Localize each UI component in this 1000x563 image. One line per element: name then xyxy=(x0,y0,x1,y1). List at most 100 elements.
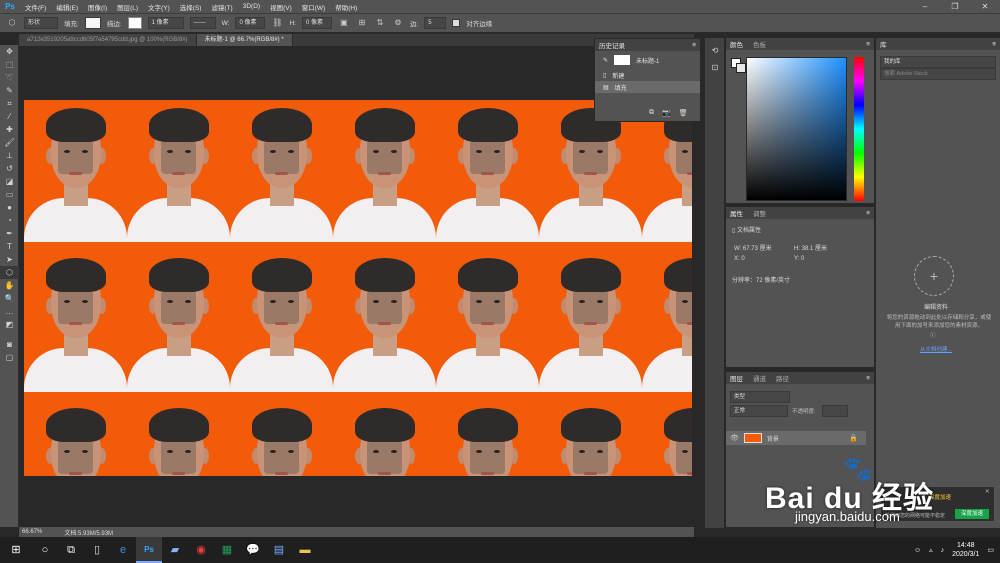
layer-filter-select[interactable]: 类型 xyxy=(730,391,790,403)
quick-mask-icon[interactable]: ◙ xyxy=(0,338,19,351)
stroke-width-input[interactable]: 1 像素 xyxy=(147,17,184,29)
stamp-tool-icon[interactable]: ⊥ xyxy=(0,149,19,162)
search-icon[interactable]: ○ xyxy=(32,537,58,563)
stroke-type-select[interactable]: —— xyxy=(189,17,216,29)
layer-row[interactable]: 👁 背景 🔒 xyxy=(726,431,866,445)
menu-help[interactable]: 帮助(H) xyxy=(330,2,362,12)
lasso-tool-icon[interactable]: ➰ xyxy=(0,71,19,84)
library-dropdown[interactable]: 我的库 xyxy=(880,56,996,68)
library-title[interactable]: 库 xyxy=(880,39,887,49)
notification-center-icon[interactable]: ▭ xyxy=(987,546,994,554)
fill-swatch[interactable] xyxy=(84,17,101,29)
menu-image[interactable]: 图像(I) xyxy=(83,2,112,12)
notes-app-icon[interactable]: ▰ xyxy=(162,537,188,563)
history-panel-icon[interactable]: ⟲ xyxy=(705,44,725,57)
tab-properties[interactable]: 属性 xyxy=(730,208,743,218)
w-input[interactable]: 0 像素 xyxy=(235,17,266,29)
add-content-icon[interactable]: + xyxy=(914,256,954,296)
edge-icon[interactable]: e xyxy=(110,537,136,563)
hand-tool-icon[interactable]: ✋ xyxy=(0,279,19,292)
move-tool-icon[interactable]: ✥ xyxy=(0,45,19,58)
history-item-new[interactable]: ▯ 新建 xyxy=(595,69,700,81)
tab-photo-jpg[interactable]: a712e3519205a9ccd605f7e54795cdd.jpg @ 10… xyxy=(19,34,197,46)
quick-select-tool-icon[interactable]: ✎ xyxy=(0,84,19,97)
menu-view[interactable]: 视图(V) xyxy=(265,2,297,12)
excel-icon[interactable]: ▦ xyxy=(214,537,240,563)
tab-layers[interactable]: 图层 xyxy=(730,373,743,383)
document-app-icon[interactable]: ▤ xyxy=(266,537,292,563)
history-title[interactable]: 历史记录 xyxy=(599,40,625,50)
blur-tool-icon[interactable]: ● xyxy=(0,201,19,214)
zoom-tool-icon[interactable]: 🔍 xyxy=(0,292,19,305)
menu-window[interactable]: 窗口(W) xyxy=(297,2,330,12)
menu-select[interactable]: 选择(S) xyxy=(175,2,207,12)
blend-mode-select[interactable]: 正常 xyxy=(730,405,788,417)
system-clock[interactable]: 14:48 2020/3/1 xyxy=(952,541,979,559)
tab-channels[interactable]: 通道 xyxy=(753,373,766,383)
path-operations-icon[interactable]: ▣ xyxy=(338,17,350,29)
folder-icon[interactable]: ▬ xyxy=(292,537,318,563)
eraser-tool-icon[interactable]: ◪ xyxy=(0,175,19,188)
polygon-tool-icon[interactable]: ⬡ xyxy=(0,266,19,279)
path-select-tool-icon[interactable]: ➤ xyxy=(0,253,19,266)
history-item-fill[interactable]: ▤ 填充 xyxy=(595,81,700,93)
create-from-document-link[interactable]: 从文档创建... xyxy=(876,345,996,353)
polygon-tool-preset-icon[interactable]: ⬡ xyxy=(6,17,18,29)
tab-adjustments[interactable]: 调整 xyxy=(753,208,766,218)
menu-file[interactable]: 文件(F) xyxy=(20,2,51,12)
new-document-from-state-icon[interactable]: ⧉ xyxy=(649,109,654,117)
more-tools-icon[interactable]: … xyxy=(0,305,19,318)
task-view-icon[interactable]: ⧉ xyxy=(58,537,84,563)
h-input[interactable]: 0 像素 xyxy=(301,17,332,29)
help-icon[interactable]: ⓘ xyxy=(930,331,936,339)
screen-mode-icon[interactable]: ▢ xyxy=(0,351,19,364)
panel-menu-icon[interactable]: ≡ xyxy=(866,375,870,382)
photoshop-taskbar-icon[interactable]: Ps xyxy=(136,537,162,563)
marquee-tool-icon[interactable]: ⬚ xyxy=(0,58,19,71)
color-field[interactable] xyxy=(746,57,847,201)
trash-icon[interactable]: 🗑 xyxy=(679,109,688,117)
panel-menu-icon[interactable]: ≡ xyxy=(866,41,870,48)
wechat-icon[interactable]: 💬 xyxy=(240,537,266,563)
menu-type[interactable]: 文字(Y) xyxy=(143,2,175,12)
type-tool-icon[interactable]: T xyxy=(0,240,19,253)
x-value[interactable]: 0 xyxy=(741,256,744,262)
people-icon[interactable]: ☺ xyxy=(914,547,921,554)
foreground-background-color-icon[interactable]: ◩ xyxy=(0,318,19,338)
panel-menu-icon[interactable]: ≡ xyxy=(692,42,696,49)
background-color-swatch[interactable] xyxy=(736,63,746,73)
link-icon[interactable]: ⛓ xyxy=(271,17,283,29)
properties-panel-icon[interactable]: ⊡ xyxy=(705,61,725,74)
pen-tool-icon[interactable]: ✒ xyxy=(0,227,19,240)
zoom-level[interactable]: 66.67% xyxy=(22,529,42,535)
y-value[interactable]: 0 xyxy=(801,256,804,262)
menu-layer[interactable]: 图层(L) xyxy=(112,2,143,12)
document-canvas[interactable] xyxy=(24,100,692,476)
brush-tool-icon[interactable]: 🖌 xyxy=(0,136,19,149)
volume-icon[interactable]: ♪ xyxy=(941,547,945,554)
history-brush-tool-icon[interactable]: ↺ xyxy=(0,162,19,175)
dodge-tool-icon[interactable]: ◔ xyxy=(0,214,19,227)
tab-swatches[interactable]: 色板 xyxy=(753,39,766,49)
path-alignment-icon[interactable]: ⊞ xyxy=(356,17,368,29)
menu-3d[interactable]: 3D(D) xyxy=(238,3,265,10)
h-value[interactable]: 38.1 厘米 xyxy=(802,246,827,252)
minimize-icon[interactable]: – xyxy=(910,0,940,13)
windows-start-icon[interactable]: ⊞ xyxy=(0,537,32,563)
w-value[interactable]: 67.73 厘米 xyxy=(743,246,772,252)
stroke-swatch[interactable] xyxy=(127,17,142,29)
gradient-tool-icon[interactable]: ▭ xyxy=(0,188,19,201)
gear-icon[interactable]: ⚙ xyxy=(392,17,404,29)
tab-color[interactable]: 颜色 xyxy=(730,39,743,49)
panel-menu-icon[interactable]: ≡ xyxy=(992,41,996,48)
tab-paths[interactable]: 路径 xyxy=(776,373,789,383)
camera-icon[interactable]: 📷 xyxy=(662,109,671,117)
file-explorer-icon[interactable]: ▯ xyxy=(84,537,110,563)
menu-edit[interactable]: 编辑(E) xyxy=(51,2,83,12)
crop-tool-icon[interactable]: ⌗ xyxy=(0,97,19,110)
close-icon[interactable]: ✕ xyxy=(970,0,1000,13)
healing-brush-tool-icon[interactable]: ✚ xyxy=(0,123,19,136)
eyedropper-tool-icon[interactable]: ⁄ xyxy=(0,110,19,123)
stock-search-input[interactable]: 搜索 Adobe Stock xyxy=(880,68,996,80)
restore-icon[interactable]: ❐ xyxy=(940,0,970,13)
